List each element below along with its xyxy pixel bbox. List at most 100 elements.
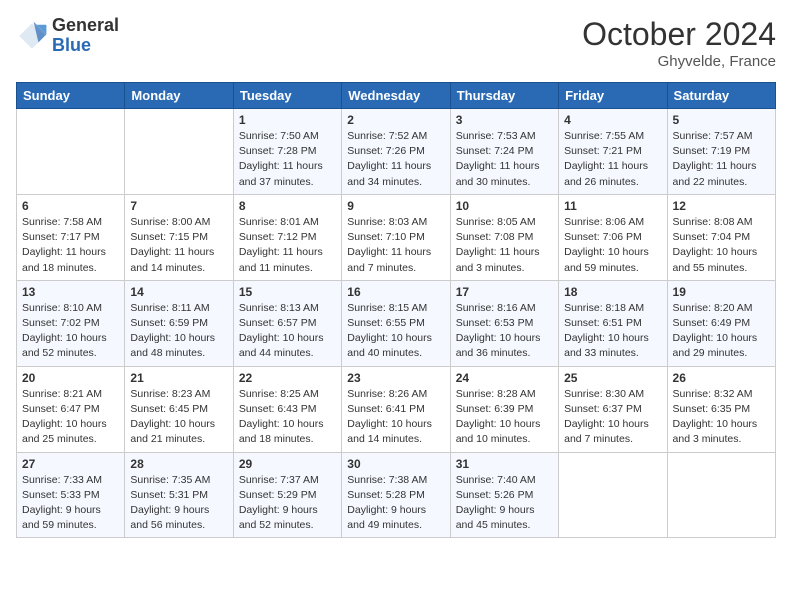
day-info: Sunrise: 8:25 AM Sunset: 6:43 PM Dayligh… — [239, 387, 336, 448]
day-number: 28 — [130, 457, 227, 471]
day-info: Sunrise: 7:40 AM Sunset: 5:26 PM Dayligh… — [456, 473, 553, 534]
header-cell-wednesday: Wednesday — [342, 83, 450, 109]
day-cell: 8 Sunrise: 8:01 AM Sunset: 7:12 PM Daylig… — [233, 194, 341, 280]
page-header: General Blue October 2024 Ghyvelde, Fran… — [16, 16, 776, 70]
day-cell: 2 Sunrise: 7:52 AM Sunset: 7:26 PM Daylig… — [342, 109, 450, 195]
week-row-2: 6 Sunrise: 7:58 AM Sunset: 7:17 PM Daylig… — [17, 194, 776, 280]
day-cell: 16 Sunrise: 8:15 AM Sunset: 6:55 PM Dayli… — [342, 280, 450, 366]
day-info: Sunrise: 8:15 AM Sunset: 6:55 PM Dayligh… — [347, 301, 444, 362]
day-number: 14 — [130, 285, 227, 299]
day-cell: 11Sunrise: 8:06 AM Sunset: 7:06 PM Dayli… — [559, 194, 667, 280]
day-number: 25 — [564, 371, 661, 385]
day-cell: 22 Sunrise: 8:25 AM Sunset: 6:43 PM Dayli… — [233, 366, 341, 452]
day-cell: 18 Sunrise: 8:18 AM Sunset: 6:51 PM Dayli… — [559, 280, 667, 366]
day-info: Sunrise: 8:05 AM Sunset: 7:08 PM Dayligh… — [456, 215, 553, 276]
day-cell: 31 Sunrise: 7:40 AM Sunset: 5:26 PM Dayli… — [450, 452, 558, 538]
day-number: 18 — [564, 285, 661, 299]
day-info: Sunrise: 8:00 AM Sunset: 7:15 PM Dayligh… — [130, 215, 227, 276]
day-info: Sunrise: 7:58 AM Sunset: 7:17 PM Dayligh… — [22, 215, 119, 276]
calendar-header: SundayMondayTuesdayWednesdayThursdayFrid… — [17, 83, 776, 109]
day-number: 19 — [673, 285, 770, 299]
day-number: 4 — [564, 113, 661, 127]
day-number: 23 — [347, 371, 444, 385]
day-cell: 5 Sunrise: 7:57 AM Sunset: 7:19 PM Daylig… — [667, 109, 775, 195]
day-cell: 7Sunrise: 8:00 AM Sunset: 7:15 PM Daylig… — [125, 194, 233, 280]
week-row-3: 13Sunrise: 8:10 AM Sunset: 7:02 PM Dayli… — [17, 280, 776, 366]
location: Ghyvelde, France — [582, 53, 776, 70]
day-number: 22 — [239, 371, 336, 385]
day-info: Sunrise: 8:01 AM Sunset: 7:12 PM Dayligh… — [239, 215, 336, 276]
day-info: Sunrise: 7:37 AM Sunset: 5:29 PM Dayligh… — [239, 473, 336, 534]
day-number: 16 — [347, 285, 444, 299]
day-number: 5 — [673, 113, 770, 127]
day-info: Sunrise: 8:08 AM Sunset: 7:04 PM Dayligh… — [673, 215, 770, 276]
day-info: Sunrise: 7:38 AM Sunset: 5:28 PM Dayligh… — [347, 473, 444, 534]
day-number: 31 — [456, 457, 553, 471]
day-cell: 27 Sunrise: 7:33 AM Sunset: 5:33 PM Dayli… — [17, 452, 125, 538]
day-cell: 17Sunrise: 8:16 AM Sunset: 6:53 PM Dayli… — [450, 280, 558, 366]
day-number: 30 — [347, 457, 444, 471]
header-cell-tuesday: Tuesday — [233, 83, 341, 109]
day-info: Sunrise: 8:26 AM Sunset: 6:41 PM Dayligh… — [347, 387, 444, 448]
logo-icon — [16, 20, 48, 52]
day-cell — [125, 109, 233, 195]
day-number: 2 — [347, 113, 444, 127]
day-info: Sunrise: 7:35 AM Sunset: 5:31 PM Dayligh… — [130, 473, 227, 534]
day-cell: 15Sunrise: 8:13 AM Sunset: 6:57 PM Dayli… — [233, 280, 341, 366]
header-cell-sunday: Sunday — [17, 83, 125, 109]
day-info: Sunrise: 8:13 AM Sunset: 6:57 PM Dayligh… — [239, 301, 336, 362]
logo-text: General Blue — [52, 16, 119, 56]
header-cell-thursday: Thursday — [450, 83, 558, 109]
day-number: 20 — [22, 371, 119, 385]
day-cell: 28 Sunrise: 7:35 AM Sunset: 5:31 PM Dayli… — [125, 452, 233, 538]
day-info: Sunrise: 7:33 AM Sunset: 5:33 PM Dayligh… — [22, 473, 119, 534]
week-row-4: 20Sunrise: 8:21 AM Sunset: 6:47 PM Dayli… — [17, 366, 776, 452]
day-cell: 3 Sunrise: 7:53 AM Sunset: 7:24 PM Daylig… — [450, 109, 558, 195]
day-number: 26 — [673, 371, 770, 385]
day-info: Sunrise: 8:23 AM Sunset: 6:45 PM Dayligh… — [130, 387, 227, 448]
day-cell: 4Sunrise: 7:55 AM Sunset: 7:21 PM Daylig… — [559, 109, 667, 195]
calendar-body: 1Sunrise: 7:50 AM Sunset: 7:28 PM Daylig… — [17, 109, 776, 538]
day-cell: 29 Sunrise: 7:37 AM Sunset: 5:29 PM Dayli… — [233, 452, 341, 538]
day-info: Sunrise: 7:53 AM Sunset: 7:24 PM Dayligh… — [456, 129, 553, 190]
day-info: Sunrise: 8:11 AM Sunset: 6:59 PM Dayligh… — [130, 301, 227, 362]
day-info: Sunrise: 8:28 AM Sunset: 6:39 PM Dayligh… — [456, 387, 553, 448]
calendar-table: SundayMondayTuesdayWednesdayThursdayFrid… — [16, 82, 776, 538]
day-number: 6 — [22, 199, 119, 213]
day-info: Sunrise: 8:10 AM Sunset: 7:02 PM Dayligh… — [22, 301, 119, 362]
day-number: 12 — [673, 199, 770, 213]
day-info: Sunrise: 8:18 AM Sunset: 6:51 PM Dayligh… — [564, 301, 661, 362]
day-cell — [667, 452, 775, 538]
day-cell: 9 Sunrise: 8:03 AM Sunset: 7:10 PM Daylig… — [342, 194, 450, 280]
day-cell: 1Sunrise: 7:50 AM Sunset: 7:28 PM Daylig… — [233, 109, 341, 195]
day-number: 3 — [456, 113, 553, 127]
logo-blue: Blue — [52, 36, 119, 56]
day-cell: 20Sunrise: 8:21 AM Sunset: 6:47 PM Dayli… — [17, 366, 125, 452]
day-number: 27 — [22, 457, 119, 471]
header-cell-saturday: Saturday — [667, 83, 775, 109]
day-info: Sunrise: 7:52 AM Sunset: 7:26 PM Dayligh… — [347, 129, 444, 190]
day-info: Sunrise: 8:32 AM Sunset: 6:35 PM Dayligh… — [673, 387, 770, 448]
day-number: 8 — [239, 199, 336, 213]
day-number: 1 — [239, 113, 336, 127]
day-cell: 12 Sunrise: 8:08 AM Sunset: 7:04 PM Dayli… — [667, 194, 775, 280]
week-row-5: 27 Sunrise: 7:33 AM Sunset: 5:33 PM Dayli… — [17, 452, 776, 538]
day-cell — [17, 109, 125, 195]
logo-general: General — [52, 16, 119, 36]
day-cell — [559, 452, 667, 538]
day-number: 9 — [347, 199, 444, 213]
day-number: 24 — [456, 371, 553, 385]
header-cell-monday: Monday — [125, 83, 233, 109]
day-cell: 19 Sunrise: 8:20 AM Sunset: 6:49 PM Dayli… — [667, 280, 775, 366]
day-info: Sunrise: 7:57 AM Sunset: 7:19 PM Dayligh… — [673, 129, 770, 190]
day-info: Sunrise: 8:03 AM Sunset: 7:10 PM Dayligh… — [347, 215, 444, 276]
day-cell: 23 Sunrise: 8:26 AM Sunset: 6:41 PM Dayli… — [342, 366, 450, 452]
day-number: 29 — [239, 457, 336, 471]
day-cell: 30 Sunrise: 7:38 AM Sunset: 5:28 PM Dayli… — [342, 452, 450, 538]
day-info: Sunrise: 8:20 AM Sunset: 6:49 PM Dayligh… — [673, 301, 770, 362]
header-row: SundayMondayTuesdayWednesdayThursdayFrid… — [17, 83, 776, 109]
day-cell: 6 Sunrise: 7:58 AM Sunset: 7:17 PM Daylig… — [17, 194, 125, 280]
day-number: 21 — [130, 371, 227, 385]
day-cell: 13Sunrise: 8:10 AM Sunset: 7:02 PM Dayli… — [17, 280, 125, 366]
day-cell: 21 Sunrise: 8:23 AM Sunset: 6:45 PM Dayli… — [125, 366, 233, 452]
